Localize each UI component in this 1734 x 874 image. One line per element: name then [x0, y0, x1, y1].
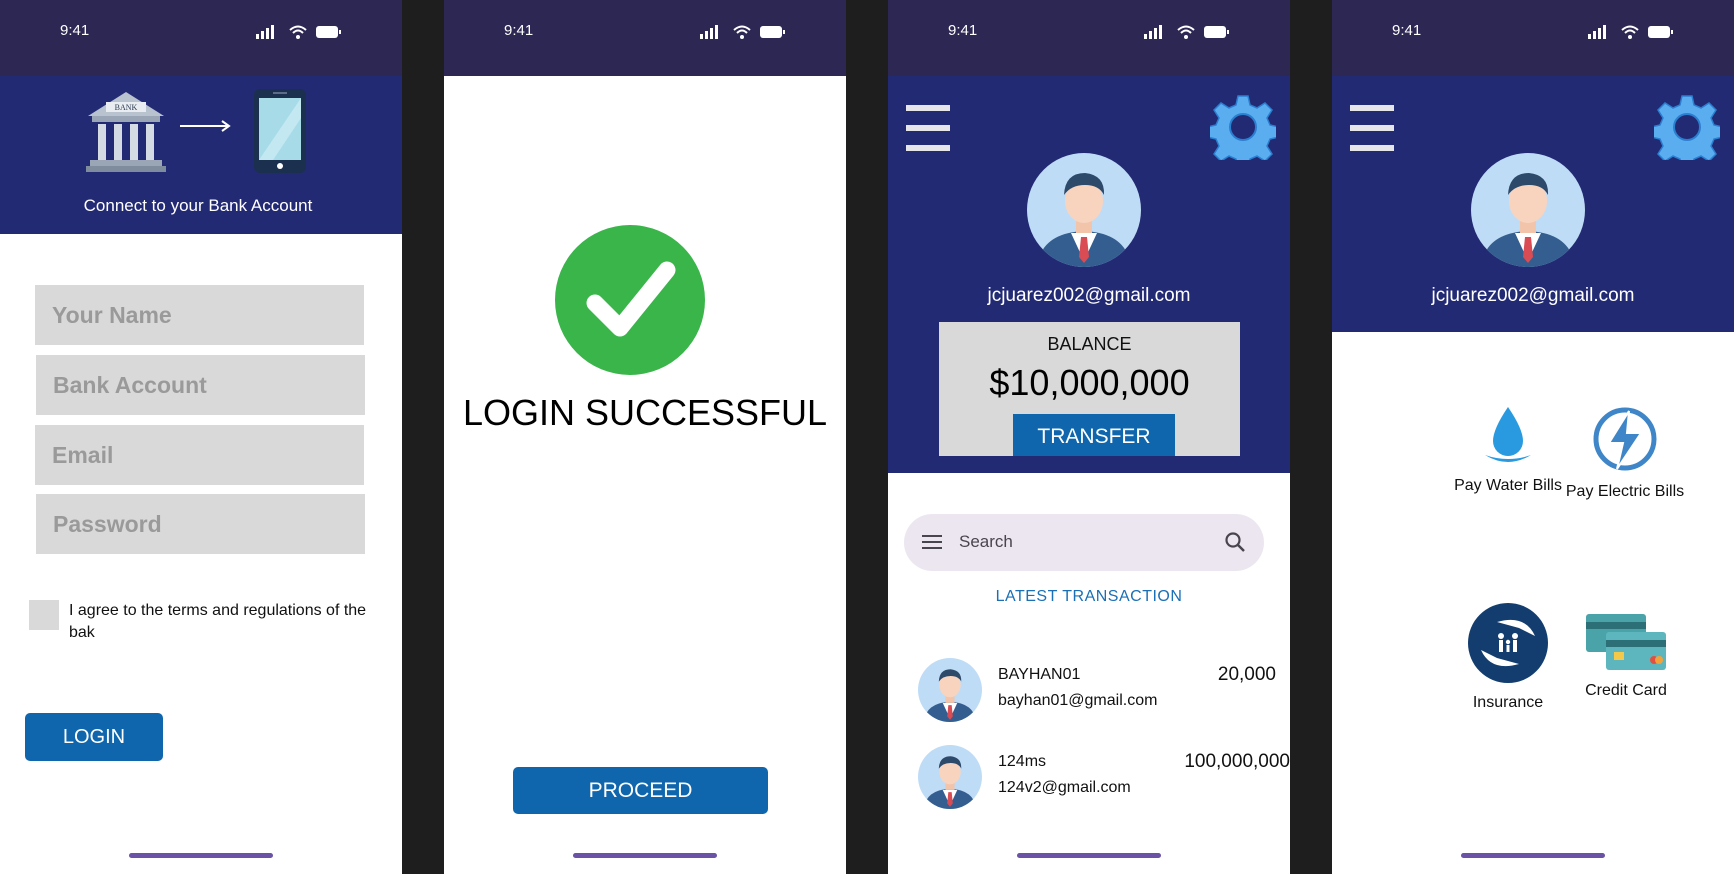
transaction-amount: 100,000,000 — [1184, 751, 1290, 772]
avatar[interactable] — [1027, 153, 1141, 267]
transaction-email: 124v2@gmail.com — [998, 779, 1131, 796]
status-icons — [256, 25, 341, 39]
transaction-amount: 20,000 — [1217, 664, 1276, 685]
balance-card: BALANCE $10,000,000 TRANSFER — [939, 322, 1240, 456]
transfer-button[interactable]: TRANSFER — [1013, 414, 1175, 456]
service-label: Credit Card — [1585, 682, 1667, 699]
lightning-bolt-icon — [1593, 407, 1657, 471]
terms-label: I agree to the terms and regulations of … — [69, 602, 367, 641]
screen-dashboard: 9:41 jcjuarez002@gmail.com BALANCE $10,0… — [888, 0, 1290, 874]
search-icon[interactable] — [1224, 531, 1246, 553]
screen-services: 9:41 jcjuarez002@gmail.com Pay Water Bil… — [1332, 0, 1734, 874]
password-field[interactable]: Password — [36, 494, 365, 554]
water-drop-icon — [1485, 407, 1531, 462]
hamburger-menu-icon[interactable] — [1350, 105, 1394, 151]
status-bar: 9:41 — [1332, 0, 1734, 76]
status-time: 9:41 — [504, 22, 534, 39]
status-icons — [1144, 25, 1229, 39]
balance-label: BALANCE — [1047, 334, 1132, 354]
transaction-name: 124ms — [998, 753, 1047, 770]
status-bar: 9:41 — [444, 0, 846, 76]
search-bar[interactable]: Search — [904, 514, 1264, 571]
terms-checkbox[interactable] — [29, 600, 59, 630]
home-indicator[interactable] — [129, 853, 273, 858]
login-success-message: LOGIN SUCCESSFUL — [462, 392, 828, 433]
bank-icon: BANK — [86, 92, 166, 172]
user-email: jcjuarez002@gmail.com — [987, 285, 1191, 306]
screen-login-success: 9:41 LOGIN SUCCESSFUL PROCEED — [444, 0, 846, 874]
svg-text:BANK: BANK — [115, 103, 138, 112]
credit-card-icon — [1586, 614, 1666, 670]
email-field[interactable]: Email — [35, 425, 364, 485]
search-menu-icon[interactable] — [922, 534, 942, 550]
bank-account-field[interactable]: Bank Account — [36, 355, 365, 415]
status-icons — [1588, 25, 1673, 39]
status-icons — [700, 25, 785, 39]
login-button[interactable]: LOGIN — [25, 713, 163, 761]
phone-icon — [254, 89, 306, 173]
insurance-family-icon — [1468, 603, 1548, 683]
home-indicator[interactable] — [573, 853, 717, 858]
avatar — [918, 745, 982, 809]
pay-electric-bills-tile[interactable]: Pay Electric Bills — [1540, 405, 1710, 501]
transaction-row[interactable]: BAYHAN01 bayhan01@gmail.com 20,000 — [918, 658, 1290, 728]
gear-icon[interactable] — [1654, 94, 1720, 160]
latest-transaction-heading: LATEST TRANSACTION — [995, 588, 1183, 605]
name-field[interactable]: Your Name — [35, 285, 364, 345]
arrow-right-icon — [180, 120, 231, 132]
proceed-button[interactable]: PROCEED — [513, 767, 768, 814]
status-bar: 9:41 — [888, 0, 1290, 76]
hamburger-menu-icon[interactable] — [906, 105, 950, 151]
status-time: 9:41 — [60, 22, 90, 39]
screen-connect-bank: 9:41 BANK Connect to your Bank Account Y… — [0, 0, 402, 874]
transaction-row[interactable]: 124ms 124v2@gmail.com 100,000,000 — [918, 745, 1290, 815]
avatar[interactable] — [1471, 153, 1585, 267]
search-input[interactable]: Search — [959, 532, 1013, 552]
credit-card-tile[interactable]: Credit Card — [1541, 612, 1711, 700]
avatar — [918, 658, 982, 722]
home-indicator[interactable] — [1461, 853, 1605, 858]
status-time: 9:41 — [1392, 22, 1422, 39]
balance-value: $10,000,000 — [989, 362, 1190, 403]
transaction-email: bayhan01@gmail.com — [998, 692, 1158, 709]
transaction-name: BAYHAN01 — [998, 666, 1081, 683]
gear-icon[interactable] — [1210, 94, 1276, 160]
home-indicator[interactable] — [1017, 853, 1161, 858]
status-bar: 9:41 — [0, 0, 402, 76]
service-label: Pay Electric Bills — [1565, 483, 1685, 500]
banner-caption: Connect to your Bank Account — [83, 196, 313, 215]
user-email: jcjuarez002@gmail.com — [1431, 285, 1635, 306]
status-time: 9:41 — [948, 22, 978, 39]
success-check-icon — [555, 225, 705, 375]
